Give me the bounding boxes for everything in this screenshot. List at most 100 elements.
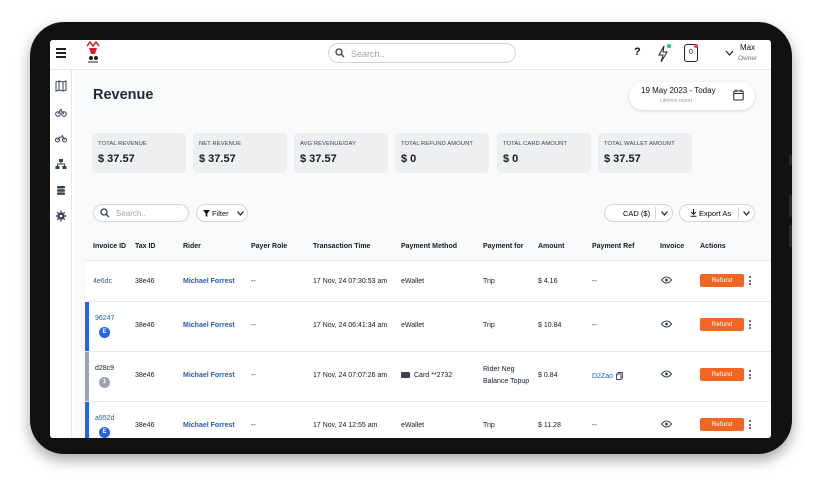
user-role: Owner bbox=[738, 55, 758, 62]
invoice-id-link[interactable]: a952d bbox=[95, 415, 114, 422]
invoice-badge: 1 bbox=[99, 377, 110, 388]
table-row[interactable]: a952d E 38e46 Michael Forrest -- 17 Nov,… bbox=[85, 402, 771, 438]
chevron-down-icon bbox=[237, 211, 244, 216]
col-header-payer-role: Payer Role bbox=[251, 243, 288, 250]
rider-link[interactable]: Michael Forrest bbox=[183, 322, 235, 329]
refund-button[interactable]: Refund bbox=[700, 418, 744, 431]
copy-icon[interactable] bbox=[616, 372, 623, 380]
refund-button[interactable]: Refund bbox=[700, 368, 744, 381]
tablet-button bbox=[789, 155, 792, 165]
filter-button[interactable]: Filter bbox=[196, 204, 248, 222]
payment-ref-cell: D2Zao bbox=[592, 372, 623, 380]
currency-select[interactable]: CAD ($) bbox=[604, 204, 673, 222]
divider bbox=[738, 207, 739, 219]
card-value: $ 37.57 bbox=[604, 153, 641, 165]
summary-card-total-refund: TOTAL REFUND AMOUNT $ 0 bbox=[395, 133, 489, 173]
user-name[interactable]: Max bbox=[740, 43, 755, 52]
rider-link[interactable]: Michael Forrest bbox=[183, 422, 235, 429]
col-header-invoice: Invoice bbox=[660, 243, 685, 250]
rider-link[interactable]: Michael Forrest bbox=[183, 278, 235, 285]
more-icon[interactable] bbox=[749, 420, 752, 431]
payment-ref-link[interactable]: D2Zao bbox=[592, 373, 613, 380]
date-range-text: 19 May 2023 - Today bbox=[641, 86, 716, 95]
payment-for: Trip bbox=[483, 322, 495, 329]
eye-icon[interactable] bbox=[661, 320, 672, 328]
invoice-id-link[interactable]: 96247 bbox=[95, 315, 114, 322]
amount: $ 0.84 bbox=[538, 372, 558, 379]
row-status-bar bbox=[85, 352, 89, 401]
card-label: AVG REVENUE/DAY bbox=[300, 141, 357, 147]
amount: $ 10.84 bbox=[538, 322, 562, 329]
payment-for: Trip bbox=[483, 278, 495, 285]
table-row[interactable]: 96247 E 38e46 Michael Forrest -- 17 Nov,… bbox=[85, 302, 771, 351]
chevron-down-icon bbox=[661, 211, 668, 216]
payer-role: -- bbox=[251, 372, 256, 379]
tax-id: 38e46 bbox=[135, 322, 155, 329]
table-search-input[interactable] bbox=[116, 208, 182, 219]
summary-card-total-revenue: TOTAL REVENUE $ 37.57 bbox=[92, 133, 186, 173]
date-range-picker[interactable]: 19 May 2023 - Today Lifetime report bbox=[629, 82, 755, 110]
tax-id: 38e46 bbox=[135, 278, 155, 285]
tablet-button bbox=[789, 225, 792, 247]
rider-link[interactable]: Michael Forrest bbox=[183, 372, 235, 379]
col-header-rider: Rider bbox=[183, 243, 201, 250]
payer-role: -- bbox=[251, 322, 256, 329]
payment-method-card: Card **2732 bbox=[401, 372, 452, 379]
export-label: Export As bbox=[699, 209, 732, 218]
top-bar: ? 0 Max Owner bbox=[50, 40, 771, 70]
summary-card-net-revenue: NET REVENUE $ 37.57 bbox=[193, 133, 287, 173]
card-label: TOTAL REFUND AMOUNT bbox=[401, 141, 474, 147]
export-button[interactable]: Export As bbox=[679, 204, 755, 222]
invoice-id-link[interactable]: d28c9 bbox=[95, 365, 114, 372]
invoice-badge: E bbox=[99, 427, 110, 438]
col-header-tax-id: Tax ID bbox=[135, 243, 156, 250]
col-header-amount: Amount bbox=[538, 243, 565, 250]
table-row[interactable]: 4e6dc 38e46 Michael Forrest -- 17 Nov, 2… bbox=[85, 261, 771, 301]
amount: $ 11.28 bbox=[538, 422, 561, 429]
app-screen: ? 0 Max Owner Revenue 19 May 2023 - Toda… bbox=[50, 40, 771, 438]
invoice-badge: E bbox=[99, 327, 110, 338]
calendar-icon[interactable] bbox=[733, 89, 744, 101]
col-header-payment-ref: Payment Ref bbox=[592, 243, 635, 250]
download-icon bbox=[690, 209, 697, 217]
more-icon[interactable] bbox=[749, 320, 752, 331]
more-icon[interactable] bbox=[749, 370, 752, 381]
transaction-time: 17 Nov, 24 07:07:26 am bbox=[313, 372, 388, 379]
global-search-input[interactable] bbox=[351, 47, 501, 60]
payment-for-line2: Balance Topup bbox=[483, 378, 530, 385]
summary-card-total-card: TOTAL CARD AMOUNT $ 0 bbox=[497, 133, 591, 173]
menu-icon[interactable] bbox=[56, 48, 66, 60]
settings-icon[interactable] bbox=[55, 210, 67, 222]
table-row[interactable]: d28c9 1 38e46 Michael Forrest -- 17 Nov,… bbox=[85, 352, 771, 401]
eye-icon[interactable] bbox=[661, 420, 672, 428]
global-search[interactable] bbox=[328, 43, 516, 63]
hierarchy-icon[interactable] bbox=[55, 158, 67, 170]
invoice-id-link[interactable]: 4e6dc bbox=[93, 278, 112, 285]
map-icon[interactable] bbox=[55, 80, 67, 92]
payment-ref: -- bbox=[592, 278, 597, 285]
refund-button[interactable]: Refund bbox=[700, 318, 744, 331]
credit-card-icon bbox=[401, 372, 410, 379]
help-button[interactable]: ? bbox=[634, 46, 644, 66]
payment-method: eWallet bbox=[401, 422, 425, 429]
divider bbox=[655, 207, 656, 219]
refund-button[interactable]: Refund bbox=[700, 274, 744, 287]
currency-label: CAD ($) bbox=[623, 209, 651, 218]
transaction-time: 17 Nov, 24 12:55 am bbox=[313, 422, 378, 429]
motorbike-icon[interactable] bbox=[55, 132, 67, 144]
payment-ref: -- bbox=[592, 322, 597, 329]
tablet-button bbox=[789, 195, 792, 217]
chevron-down-icon[interactable] bbox=[725, 50, 734, 56]
payer-role: -- bbox=[251, 278, 256, 285]
chevron-down-icon[interactable] bbox=[743, 211, 750, 216]
eye-icon[interactable] bbox=[661, 276, 672, 284]
eye-icon[interactable] bbox=[661, 370, 672, 378]
table-search[interactable] bbox=[93, 204, 189, 222]
coins-icon[interactable] bbox=[55, 184, 67, 196]
bicycle-icon[interactable] bbox=[55, 106, 67, 118]
payment-method: eWallet bbox=[401, 322, 425, 329]
left-nav bbox=[50, 70, 72, 438]
col-header-payment-for: Payment for bbox=[483, 243, 524, 250]
more-icon[interactable] bbox=[749, 276, 752, 287]
card-value: $ 0 bbox=[401, 153, 417, 165]
